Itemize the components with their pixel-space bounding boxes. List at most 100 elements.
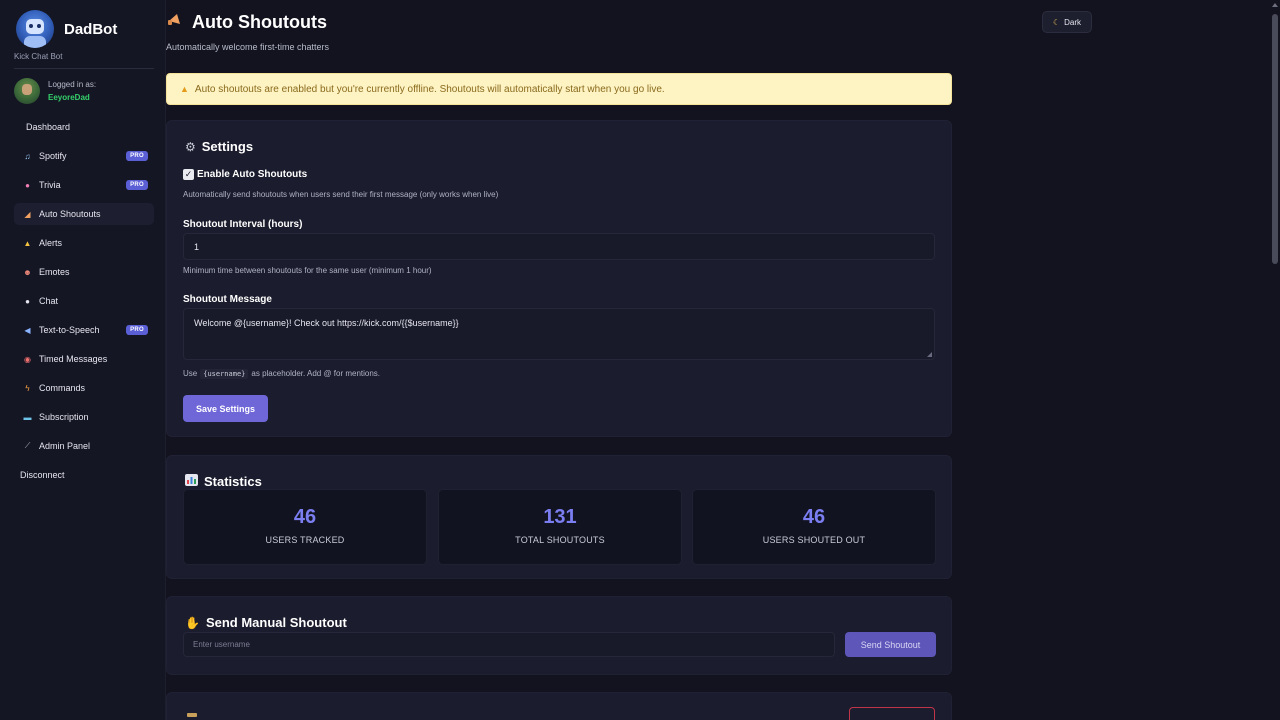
sidebar-item-alerts[interactable]: ▲ Alerts (14, 232, 154, 254)
sidebar-item-subscription[interactable]: ▬ Subscription (14, 406, 154, 428)
sidebar-item-label: Subscription (39, 412, 89, 422)
theme-toggle-button[interactable]: ☾ Dark (1042, 11, 1092, 33)
manual-shoutout-card: ✋ Send Manual Shoutout Enter username Se… (166, 596, 952, 675)
pro-badge: PRO (126, 325, 148, 335)
sidebar-item-commands[interactable]: ϟ Commands (14, 377, 154, 399)
username-input-placeholder: Enter username (193, 640, 250, 649)
scroll-thumb[interactable] (1272, 14, 1278, 264)
sidebar-item-label: Chat (39, 296, 59, 306)
statistics-title: Statistics (185, 474, 262, 489)
stat-label: TOTAL SHOUTOUTS (515, 535, 605, 545)
settings-card: ⚙ Settings ✓ Enable Auto Shoutouts Autom… (166, 120, 952, 437)
placeholder-help-pre: Use (183, 369, 198, 378)
send-shoutout-button[interactable]: Send Shoutout (845, 632, 936, 657)
pro-badge: PRO (126, 180, 148, 190)
resize-handle-icon[interactable] (927, 352, 932, 357)
sidebar-item-dashboard[interactable]: Dashboard (14, 116, 154, 138)
interval-value: 1 (194, 241, 200, 252)
offline-warning-alert: ▲ Auto shoutouts are enabled but you're … (166, 73, 952, 105)
pro-badge: PRO (126, 151, 148, 161)
sidebar-item-chat[interactable]: ● Chat (14, 290, 154, 312)
stat-label: USERS TRACKED (265, 535, 345, 545)
scrollbar[interactable] (1270, 0, 1280, 720)
disconnect-label: Disconnect (20, 470, 65, 480)
sidebar-item-auto-shoutouts[interactable]: ◢ Auto Shoutouts (14, 203, 154, 225)
smile-icon: ☻ (23, 267, 32, 277)
stat-users-shouted-out: 46 USERS SHOUTED OUT (692, 489, 936, 565)
stat-users-tracked: 46 USERS TRACKED (183, 489, 427, 565)
brand[interactable]: DadBot (16, 10, 117, 48)
sidebar-item-label: Timed Messages (39, 354, 108, 364)
sidebar-item-label: Text-to-Speech (39, 325, 100, 335)
scroll-up-arrow-icon[interactable] (1272, 3, 1278, 7)
bar-chart-icon (185, 474, 198, 489)
logged-in-label: Logged in as: (48, 80, 97, 89)
interval-help-text: Minimum time between shoutouts for the s… (183, 266, 432, 275)
settings-title-text: Settings (201, 139, 254, 154)
megaphone-icon: ◢ (24, 209, 31, 219)
placeholder-code: {username} (200, 369, 249, 379)
page-title: Auto Shoutouts (166, 11, 327, 34)
enable-auto-shoutouts-checkbox[interactable]: ✓ (183, 169, 194, 180)
music-icon: ♫ (24, 151, 31, 161)
stat-value: 46 (802, 506, 826, 528)
avatar (14, 78, 40, 104)
message-value: Welcome @{username}! Check out https://k… (194, 318, 459, 328)
lightning-icon: ϟ (25, 383, 30, 393)
sidebar-nav: Dashboard ♫ Spotify PRO ● Trivia PRO ◢ A… (14, 116, 154, 493)
bell-icon: ▲ (23, 238, 32, 248)
sidebar-item-admin-panel[interactable]: ⟋ Admin Panel (14, 435, 154, 457)
username-input[interactable]: Enter username (183, 632, 835, 657)
sidebar-item-label: Spotify (39, 151, 67, 161)
stat-total-shoutouts: 131 TOTAL SHOUTOUTS (438, 489, 682, 565)
sidebar-item-trivia[interactable]: ● Trivia PRO (14, 174, 154, 196)
megaphone-icon (166, 11, 184, 34)
alert-text: Auto shoutouts are enabled but you're cu… (194, 83, 665, 95)
stat-value: 131 (543, 506, 577, 528)
manual-shoutout-title: ✋ Send Manual Shoutout (185, 615, 347, 630)
sidebar: DadBot Kick Chat Bot Logged in as: Eeyor… (0, 0, 166, 720)
sidebar-item-label: Emotes (39, 267, 70, 277)
statistics-title-text: Statistics (204, 474, 262, 489)
brain-icon: ● (25, 180, 30, 190)
interval-input[interactable]: 1 (183, 233, 935, 260)
sidebar-divider (14, 68, 154, 69)
sidebar-item-label: Alerts (39, 238, 63, 248)
disconnect-button[interactable]: Disconnect (14, 464, 154, 486)
sidebar-item-label: Dashboard (26, 122, 71, 132)
gear-icon: ⚙ (185, 139, 196, 154)
sidebar-item-label: Admin Panel (39, 441, 91, 451)
message-textarea[interactable]: Welcome @{username}! Check out https://k… (183, 308, 935, 360)
stat-label: USERS SHOUTED OUT (762, 535, 866, 545)
brand-subtitle: Kick Chat Bot (14, 52, 63, 61)
enable-auto-shoutouts-row[interactable]: ✓ Enable Auto Shoutouts (183, 169, 307, 180)
waving-hand-icon: ✋ (185, 615, 200, 630)
sidebar-item-text-to-speech[interactable]: ◀ Text-to-Speech PRO (14, 319, 154, 341)
clear-button[interactable] (849, 707, 935, 720)
stat-value: 46 (293, 506, 317, 528)
credit-card-icon: ▬ (23, 412, 32, 422)
sidebar-item-label: Trivia (39, 180, 61, 190)
placeholder-help-post: as placeholder. Add @ for mentions. (251, 369, 381, 378)
sidebar-item-label: Commands (39, 383, 86, 393)
sidebar-item-spotify[interactable]: ♫ Spotify PRO (14, 145, 154, 167)
app-window: DadBot Kick Chat Bot Logged in as: Eeyor… (0, 0, 1280, 720)
sidebar-item-emotes[interactable]: ☻ Emotes (14, 261, 154, 283)
placeholder-help-text: Use {username} as placeholder. Add @ for m… (183, 369, 381, 379)
sidebar-item-label: Auto Shoutouts (39, 209, 101, 219)
list-icon (187, 713, 197, 717)
speaker-icon: ◀ (24, 325, 31, 335)
page-heading: Auto Shoutouts (192, 12, 327, 32)
message-label: Shoutout Message (183, 294, 272, 305)
manual-shoutout-title-text: Send Manual Shoutout (205, 615, 347, 630)
settings-title: ⚙ Settings (185, 139, 253, 154)
username: EeyoreDad (48, 93, 90, 102)
save-settings-button[interactable]: Save Settings (183, 395, 268, 422)
enable-auto-shoutouts-label: Enable Auto Shoutouts (197, 169, 308, 180)
sidebar-item-timed-messages[interactable]: ◉ Timed Messages (14, 348, 154, 370)
page-subtitle: Automatically welcome first-time chatter… (166, 42, 330, 52)
next-card (166, 692, 952, 720)
statistics-card: Statistics 46 USERS TRACKED 131 TOTAL SH… (166, 455, 952, 579)
moon-icon: ☾ (1052, 17, 1061, 27)
user-info: Logged in as: EeyoreDad (14, 78, 96, 104)
